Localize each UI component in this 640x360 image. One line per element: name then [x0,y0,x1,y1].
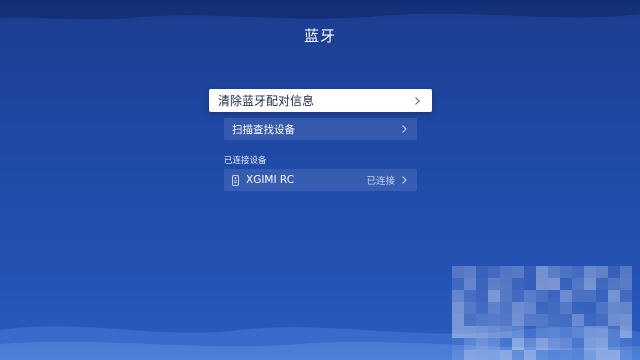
chevron-right-icon [399,124,409,134]
chevron-right-icon [399,175,409,185]
scan-devices-button[interactable]: 扫描查找设备 [224,118,417,140]
device-row-xgimi-rc[interactable]: XGIMI RC 已连接 [224,169,417,191]
connected-devices-heading: 已连接设备 [224,156,267,166]
pixelated-watermark [452,266,640,360]
clear-pairing-label: 清除蓝牙配对信息 [218,94,315,108]
clear-pairing-button[interactable]: 清除蓝牙配对信息 [209,89,432,112]
scan-devices-label: 扫描查找设备 [232,123,295,136]
remote-control-icon [232,174,239,186]
page-title: 蓝牙 [303,27,336,45]
device-status: 已连接 [366,176,395,187]
chevron-right-icon [412,96,422,106]
device-name: XGIMI RC [246,174,295,186]
